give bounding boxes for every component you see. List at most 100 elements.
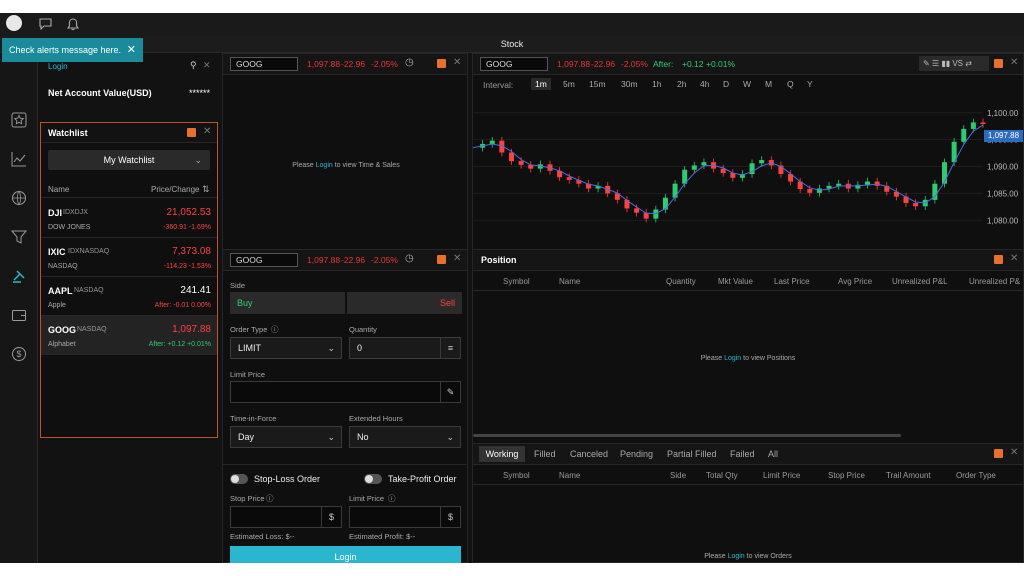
alert-icon[interactable]	[994, 449, 1003, 458]
col-total-qty[interactable]: Total Qty	[706, 471, 738, 480]
col-name[interactable]: Name	[559, 471, 580, 480]
star-icon[interactable]	[10, 112, 28, 130]
col-quantity[interactable]: Quantity	[666, 277, 696, 286]
pin-icon[interactable]: ⚲	[190, 60, 197, 71]
line-chart-icon[interactable]	[10, 151, 28, 169]
interval-1m[interactable]: 1m	[531, 78, 551, 90]
watchlist-row[interactable]: GOOG NASDAQ 1,097.88 Alphabet After: +0.…	[41, 316, 217, 355]
stop-price-input[interactable]: $	[230, 506, 342, 528]
database-icon[interactable]: ≡	[440, 338, 460, 358]
quantity-input[interactable]: 0 ≡	[349, 337, 461, 359]
col-symbol[interactable]: Symbol	[503, 277, 530, 286]
col-side[interactable]: Side	[670, 471, 686, 480]
interval-m[interactable]: M	[761, 78, 776, 90]
bell-icon[interactable]	[65, 16, 81, 32]
take-profit-toggle[interactable]	[364, 474, 382, 484]
stop-loss-toggle[interactable]	[230, 474, 248, 484]
col-mkt-value[interactable]: Mkt Value	[718, 277, 753, 286]
close-icon[interactable]: ✕	[203, 60, 211, 71]
watchlist-row[interactable]: AAPL NASDAQ 241.41 Apple After: -0.01 0.…	[41, 277, 217, 316]
interval-y[interactable]: Y	[803, 78, 817, 90]
login-button[interactable]: Login	[230, 546, 461, 563]
login-link[interactable]: Login	[728, 553, 745, 560]
col-order-type[interactable]: Order Type	[956, 471, 996, 480]
limit-price-input[interactable]: ✎	[230, 381, 461, 403]
interval-2h[interactable]: 2h	[673, 78, 690, 90]
take-profit-limit-input[interactable]: $	[349, 506, 461, 528]
tif-select[interactable]: Day ⌄	[230, 426, 342, 448]
alert-icon[interactable]	[437, 255, 446, 264]
tab-failed[interactable]: Failed	[730, 449, 755, 459]
dollar-icon[interactable]: $	[10, 346, 28, 364]
alert-toast[interactable]: Check alerts message here. ✕	[2, 38, 143, 62]
order-entry-panel: GOOG 1,097.88 -22.96 -2.05% ◷ ✕ Side Buy…	[222, 249, 468, 563]
price-chart[interactable]: 1,100.001,095.001,090.001,085.001,080.00	[473, 94, 1023, 239]
col-last-price[interactable]: Last Price	[774, 277, 810, 286]
wallet-icon[interactable]	[10, 307, 28, 325]
buy-button[interactable]: Buy	[230, 292, 345, 314]
interval-w[interactable]: W	[739, 78, 755, 90]
interval-d[interactable]: D	[719, 78, 733, 90]
horizontal-scrollbar[interactable]	[473, 434, 901, 437]
watchlist-dropdown[interactable]: My Watchlist ⌄	[48, 150, 210, 170]
symbol-input[interactable]: GOOG	[480, 57, 548, 71]
trade-icon[interactable]	[10, 268, 28, 286]
close-icon[interactable]: ✕	[453, 253, 461, 264]
chart-tools-icon[interactable]: ✎ ☰ ▮▮ VS ⇄	[919, 56, 989, 71]
pencil-icon[interactable]: ✎	[440, 382, 460, 402]
close-icon[interactable]: ✕	[453, 57, 461, 68]
col-stop-price[interactable]: Stop Price	[828, 471, 865, 480]
login-link[interactable]: Login	[724, 355, 741, 362]
tab-all[interactable]: All	[768, 449, 778, 459]
symbol-input[interactable]: GOOG	[230, 253, 298, 267]
col-limit-price[interactable]: Limit Price	[763, 471, 800, 480]
interval-4h[interactable]: 4h	[696, 78, 713, 90]
tab-canceled[interactable]: Canceled	[570, 449, 608, 459]
tab-pending[interactable]: Pending	[620, 449, 653, 459]
globe-icon[interactable]	[10, 190, 28, 208]
info-icon[interactable]: ⓘ	[266, 493, 274, 504]
tab-partial-filled[interactable]: Partial Filled	[667, 449, 717, 459]
alert-icon[interactable]	[994, 255, 1003, 264]
col-unrealized-pl-2[interactable]: Unrealized P&	[969, 277, 1020, 286]
col-name[interactable]: Name	[559, 277, 580, 286]
info-icon[interactable]: ⓘ	[388, 493, 396, 504]
col-avg-price[interactable]: Avg Price	[838, 277, 872, 286]
interval-q[interactable]: Q	[783, 78, 798, 90]
close-icon[interactable]: ✕	[1010, 253, 1018, 264]
interval-30m[interactable]: 30m	[617, 78, 642, 90]
login-link[interactable]: Login	[316, 162, 333, 169]
extended-hours-select[interactable]: No ⌄	[349, 426, 461, 448]
watchlist-row[interactable]: DJI IDXDJX 21,052.53 DOW JONES -360.91 -…	[41, 199, 217, 238]
col-price-change[interactable]: Price/Change	[151, 185, 199, 194]
after-pct: +0.01%	[706, 59, 736, 69]
alert-icon[interactable]	[437, 59, 446, 68]
interval-15m[interactable]: 15m	[585, 78, 610, 90]
account-login-link[interactable]: Login	[48, 62, 68, 71]
chat-icon[interactable]	[37, 16, 53, 32]
interval-5m[interactable]: 5m	[559, 78, 579, 90]
col-trail-amount[interactable]: Trail Amount	[886, 471, 931, 480]
clock-icon[interactable]: ◷	[405, 253, 414, 264]
filter-icon[interactable]	[10, 229, 28, 247]
close-icon[interactable]: ✕	[203, 126, 211, 137]
close-icon[interactable]: ✕	[127, 38, 136, 62]
sell-button[interactable]: Sell	[347, 292, 462, 314]
alert-icon[interactable]	[994, 59, 1003, 68]
col-symbol[interactable]: Symbol	[503, 471, 530, 480]
col-unrealized-pl[interactable]: Unrealized P&L	[892, 277, 948, 286]
info-icon[interactable]: ⓘ	[271, 324, 279, 335]
position-title: Position	[481, 255, 517, 265]
watchlist-row[interactable]: IXIC IDXNASDAQ 7,373.08 NASDAQ -114.23 -…	[41, 238, 217, 277]
close-icon[interactable]: ✕	[1010, 57, 1018, 68]
app-logo[interactable]	[6, 15, 22, 31]
alert-icon[interactable]	[187, 128, 196, 137]
interval-1h[interactable]: 1h	[648, 78, 665, 90]
close-icon[interactable]: ✕	[1010, 447, 1018, 458]
order-type-select[interactable]: LIMIT ⌄	[230, 337, 342, 359]
symbol-input[interactable]: GOOG	[230, 57, 298, 71]
clock-icon[interactable]: ◷	[405, 57, 414, 68]
tab-working[interactable]: Working	[479, 446, 525, 462]
tab-filled[interactable]: Filled	[534, 449, 556, 459]
sort-icon[interactable]: ⇅	[202, 184, 210, 195]
